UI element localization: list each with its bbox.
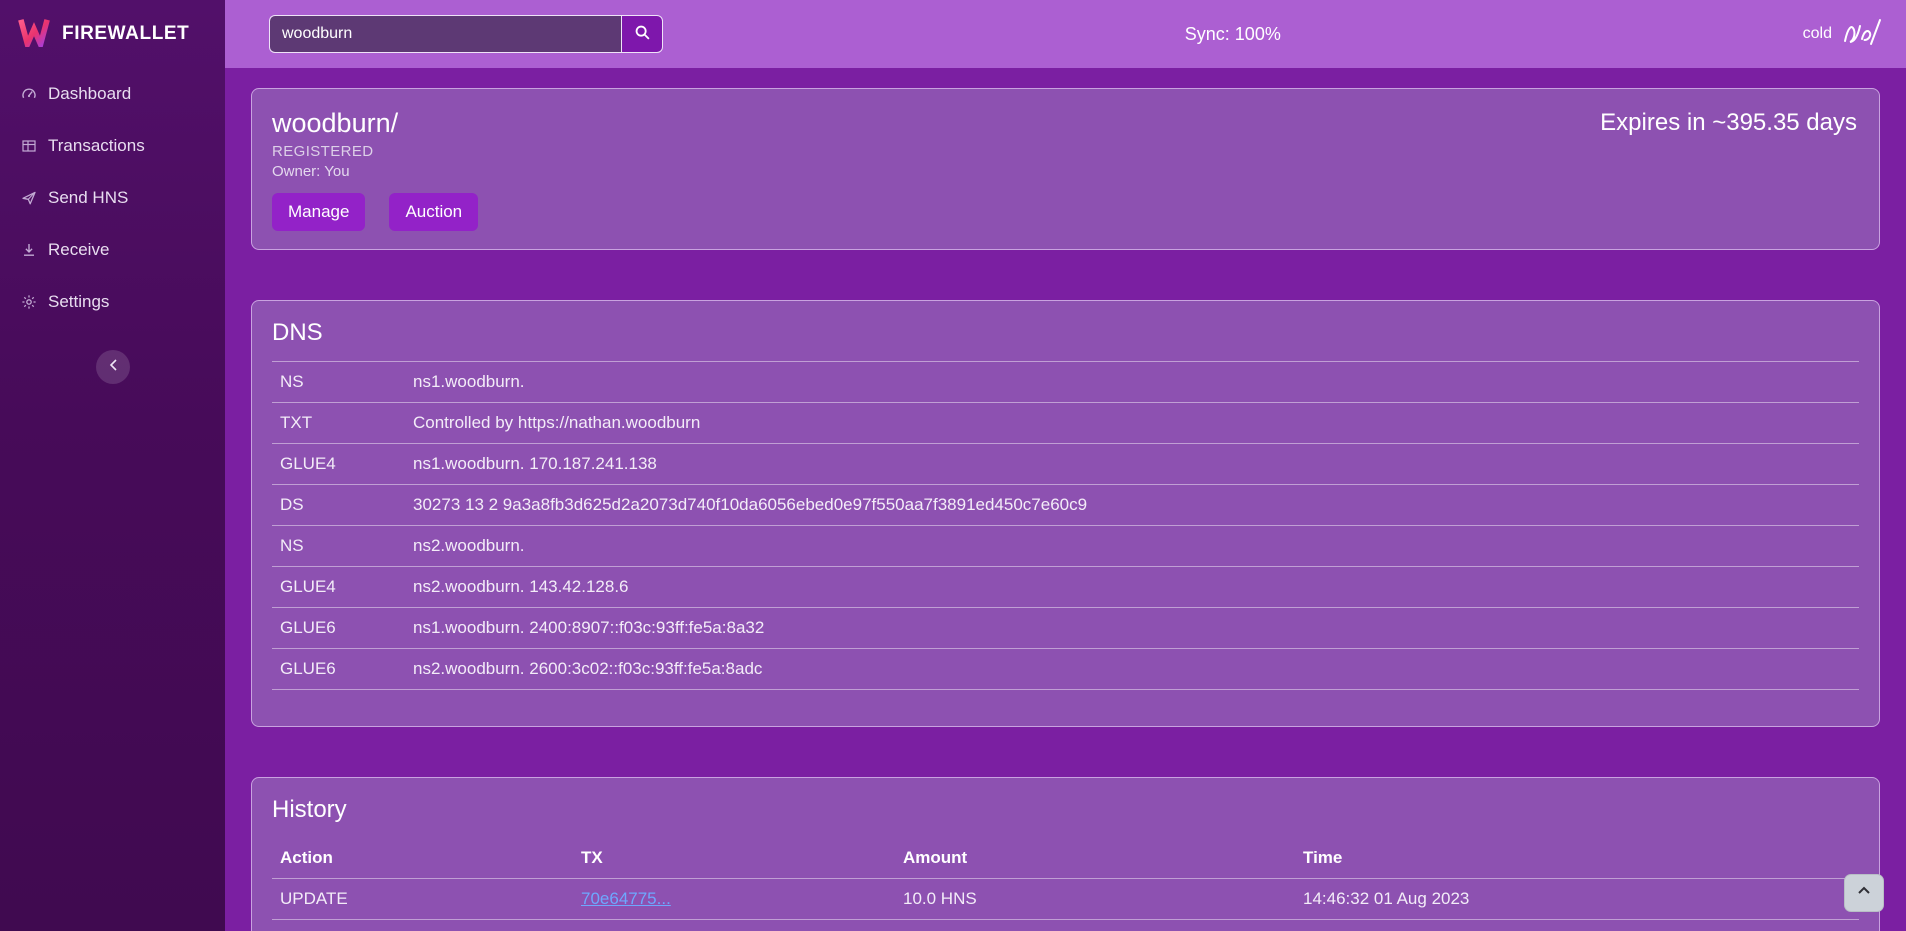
- send-icon: [20, 190, 37, 206]
- receive-icon: [20, 242, 37, 258]
- dns-record-row: GLUE4 ns2.woodburn. 143.42.128.6: [272, 567, 1859, 608]
- brand[interactable]: FIREWALLET: [0, 0, 225, 68]
- history-action: UPDATE: [272, 889, 581, 909]
- sidebar-item-dashboard[interactable]: Dashboard: [0, 68, 225, 120]
- sidebar-item-label: Dashboard: [48, 84, 131, 104]
- history-col-time: Time: [1303, 848, 1859, 868]
- scroll-to-top-button[interactable]: [1844, 874, 1884, 912]
- sidebar-item-label: Receive: [48, 240, 109, 260]
- tx-link[interactable]: 70e64775...: [581, 889, 671, 908]
- history-card: History Action TX Amount Time UPDATE 70e…: [251, 777, 1880, 931]
- dns-card: DNS NS ns1.woodburn. TXT Controlled by h…: [251, 300, 1880, 727]
- domain-owner: Owner: You: [272, 163, 1859, 181]
- sidebar-item-label: Send HNS: [48, 188, 128, 208]
- search-input[interactable]: [269, 15, 621, 53]
- dns-record-row: GLUE6 ns1.woodburn. 2400:8907::f03c:93ff…: [272, 608, 1859, 649]
- sidebar-item-send-hns[interactable]: Send HNS: [0, 172, 225, 224]
- history-col-tx: TX: [581, 848, 903, 868]
- transactions-icon: [20, 138, 37, 154]
- sidebar-item-settings[interactable]: Settings: [0, 276, 225, 328]
- history-col-amount: Amount: [903, 848, 1303, 868]
- dns-record-row: GLUE4 ns1.woodburn. 170.187.241.138: [272, 444, 1859, 485]
- dns-record-row: NS ns2.woodburn.: [272, 526, 1859, 567]
- dns-record-value: ns1.woodburn. 170.187.241.138: [413, 454, 1859, 474]
- chevron-left-icon: [108, 358, 118, 377]
- firewallet-logo-icon: [16, 17, 52, 52]
- history-time: 14:46:32 01 Aug 2023: [1303, 889, 1859, 909]
- domain-card: woodburn/ REGISTERED Owner: You Expires …: [251, 88, 1880, 250]
- dns-record-value: ns1.woodburn. 2400:8907::f03c:93ff:fe5a:…: [413, 618, 1859, 638]
- dns-record-row: NS ns1.woodburn.: [272, 362, 1859, 403]
- sidebar-item-transactions[interactable]: Transactions: [0, 120, 225, 172]
- gear-icon: [20, 294, 37, 310]
- history-row: RENEW 473c5e64... 10.0 HNS 15:15:06 07 F…: [272, 920, 1859, 931]
- sidebar-nav: Dashboard Transactions Send HNS Receive: [0, 68, 225, 328]
- domain-expiry: Expires in ~395.35 days: [1600, 109, 1857, 137]
- sync-status: Sync: 100%: [1185, 24, 1281, 45]
- dns-record-type: GLUE4: [272, 577, 413, 597]
- sidebar-item-label: Settings: [48, 292, 109, 312]
- wallet-name: cold: [1803, 25, 1832, 43]
- chevron-up-icon: [1856, 883, 1872, 904]
- history-header-row: Action TX Amount Time: [272, 838, 1859, 879]
- page-content: woodburn/ REGISTERED Owner: You Expires …: [225, 68, 1906, 931]
- dns-record-row: TXT Controlled by https://nathan.woodbur…: [272, 403, 1859, 444]
- dns-record-value: ns2.woodburn. 2600:3c02::f03c:93ff:fe5a:…: [413, 659, 1859, 679]
- dns-record-value: ns2.woodburn. 143.42.128.6: [413, 577, 1859, 597]
- sidebar-item-label: Transactions: [48, 136, 145, 156]
- history-col-action: Action: [272, 848, 581, 868]
- history-card-title: History: [272, 796, 1859, 824]
- manage-button[interactable]: Manage: [272, 193, 365, 231]
- dns-record-type: TXT: [272, 413, 413, 433]
- search-icon: [634, 24, 651, 44]
- search-button[interactable]: [621, 15, 663, 53]
- domain-actions: Manage Auction: [272, 193, 1859, 231]
- topbar: Sync: 100% cold: [225, 0, 1906, 68]
- dns-record-type: DS: [272, 495, 413, 515]
- dashboard-icon: [20, 86, 37, 102]
- wallet-indicator: cold: [1803, 17, 1882, 52]
- dns-record-type: NS: [272, 536, 413, 556]
- dns-record-row: GLUE6 ns2.woodburn. 2600:3c02::f03c:93ff…: [272, 649, 1859, 690]
- dns-record-value: 30273 13 2 9a3a8fb3d625d2a2073d740f10da6…: [413, 495, 1859, 515]
- search-bar: [269, 15, 663, 53]
- dns-table: NS ns1.woodburn. TXT Controlled by https…: [272, 361, 1859, 690]
- dns-record-type: NS: [272, 372, 413, 392]
- dns-record-value: ns2.woodburn.: [413, 536, 1859, 556]
- dns-record-row: DS 30273 13 2 9a3a8fb3d625d2a2073d740f10…: [272, 485, 1859, 526]
- dns-card-title: DNS: [272, 319, 1859, 347]
- main-area: Sync: 100% cold woodburn/ REGISTERED Own…: [225, 0, 1906, 931]
- wallet-logo-icon: [1842, 17, 1882, 52]
- sidebar-collapse-button[interactable]: [96, 350, 130, 384]
- auction-button[interactable]: Auction: [389, 193, 478, 231]
- dns-record-type: GLUE4: [272, 454, 413, 474]
- dns-record-value: ns1.woodburn.: [413, 372, 1859, 392]
- app-root: FIREWALLET Dashboard Transactions Send H…: [0, 0, 1906, 931]
- dns-record-type: GLUE6: [272, 659, 413, 679]
- dns-record-value: Controlled by https://nathan.woodburn: [413, 413, 1859, 433]
- dns-record-type: GLUE6: [272, 618, 413, 638]
- history-amount: 10.0 HNS: [903, 889, 1303, 909]
- sidebar: FIREWALLET Dashboard Transactions Send H…: [0, 0, 225, 931]
- brand-name: FIREWALLET: [62, 23, 189, 45]
- history-table: Action TX Amount Time UPDATE 70e64775...…: [272, 838, 1859, 931]
- sidebar-item-receive[interactable]: Receive: [0, 224, 225, 276]
- history-row: UPDATE 70e64775... 10.0 HNS 14:46:32 01 …: [272, 879, 1859, 920]
- domain-status-badge: REGISTERED: [272, 143, 1859, 161]
